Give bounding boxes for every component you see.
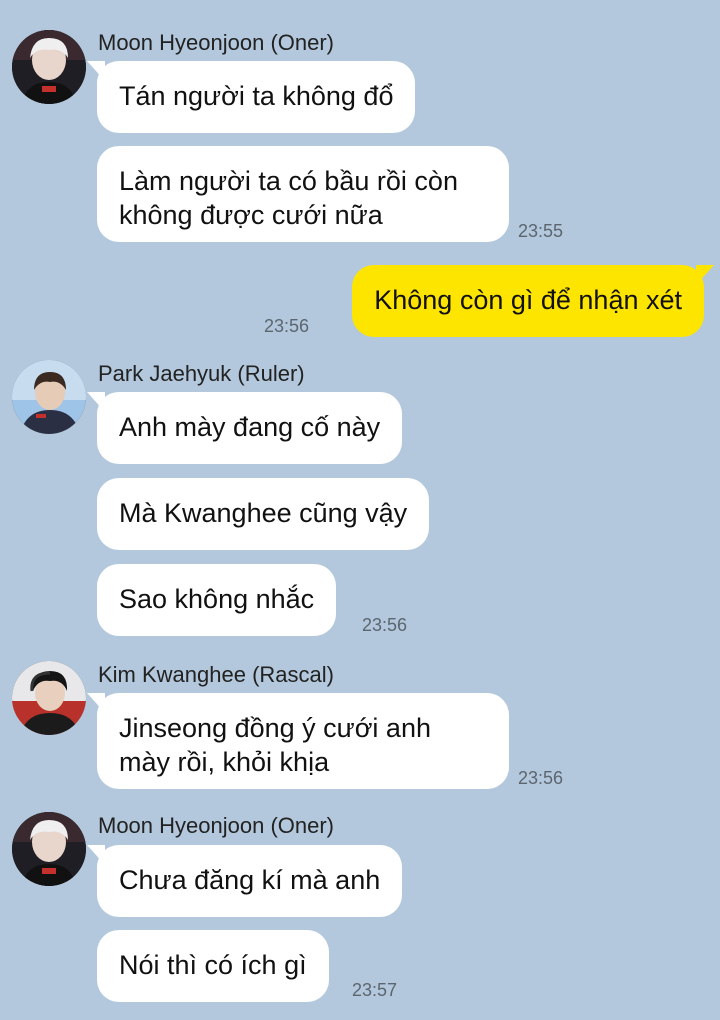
message-timestamp: 23:57 (352, 980, 398, 1000)
message-bubble[interactable]: Tán người ta không đổ (86, 61, 416, 133)
sender-name: Moon Hyeonjoon (Oner) (98, 30, 335, 55)
message-bubble[interactable]: Nói thì có ích gì (97, 930, 329, 1002)
rascal-avatar[interactable] (12, 661, 86, 735)
sender-name: Park Jaehyuk (Ruler) (98, 361, 305, 386)
message-timestamp: 23:56 (362, 615, 408, 635)
outgoing-message-bubble[interactable]: Không còn gì để nhận xét (352, 265, 714, 337)
oner-avatar[interactable] (12, 30, 86, 104)
message-bubble[interactable]: Chưa đăng kí mà anh (86, 845, 403, 917)
message-bubble[interactable]: Jinseong đồng ý cưới anh mày rồi, khỏi k… (87, 693, 509, 789)
oner-avatar[interactable] (12, 812, 86, 886)
message-timestamp: 23:56 (518, 768, 564, 788)
message-bubble[interactable]: Làm người ta có bầu rồi còn không được c… (97, 146, 509, 242)
sender-name: Kim Kwanghee (Rascal) (98, 662, 334, 687)
message-timestamp: 23:55 (518, 221, 564, 241)
message-bubble[interactable]: Anh mày đang cố này (86, 392, 403, 464)
sender-name: Moon Hyeonjoon (Oner) (98, 813, 335, 838)
ruler-avatar[interactable] (12, 360, 86, 434)
chat-view[interactable]: Moon Hyeonjoon (Oner) Tán người ta không… (0, 0, 720, 1020)
message-bubble[interactable]: Mà Kwanghee cũng vậy (97, 478, 430, 550)
message-timestamp: 23:56 (264, 316, 310, 336)
message-bubble[interactable]: Sao không nhắc (97, 564, 337, 636)
